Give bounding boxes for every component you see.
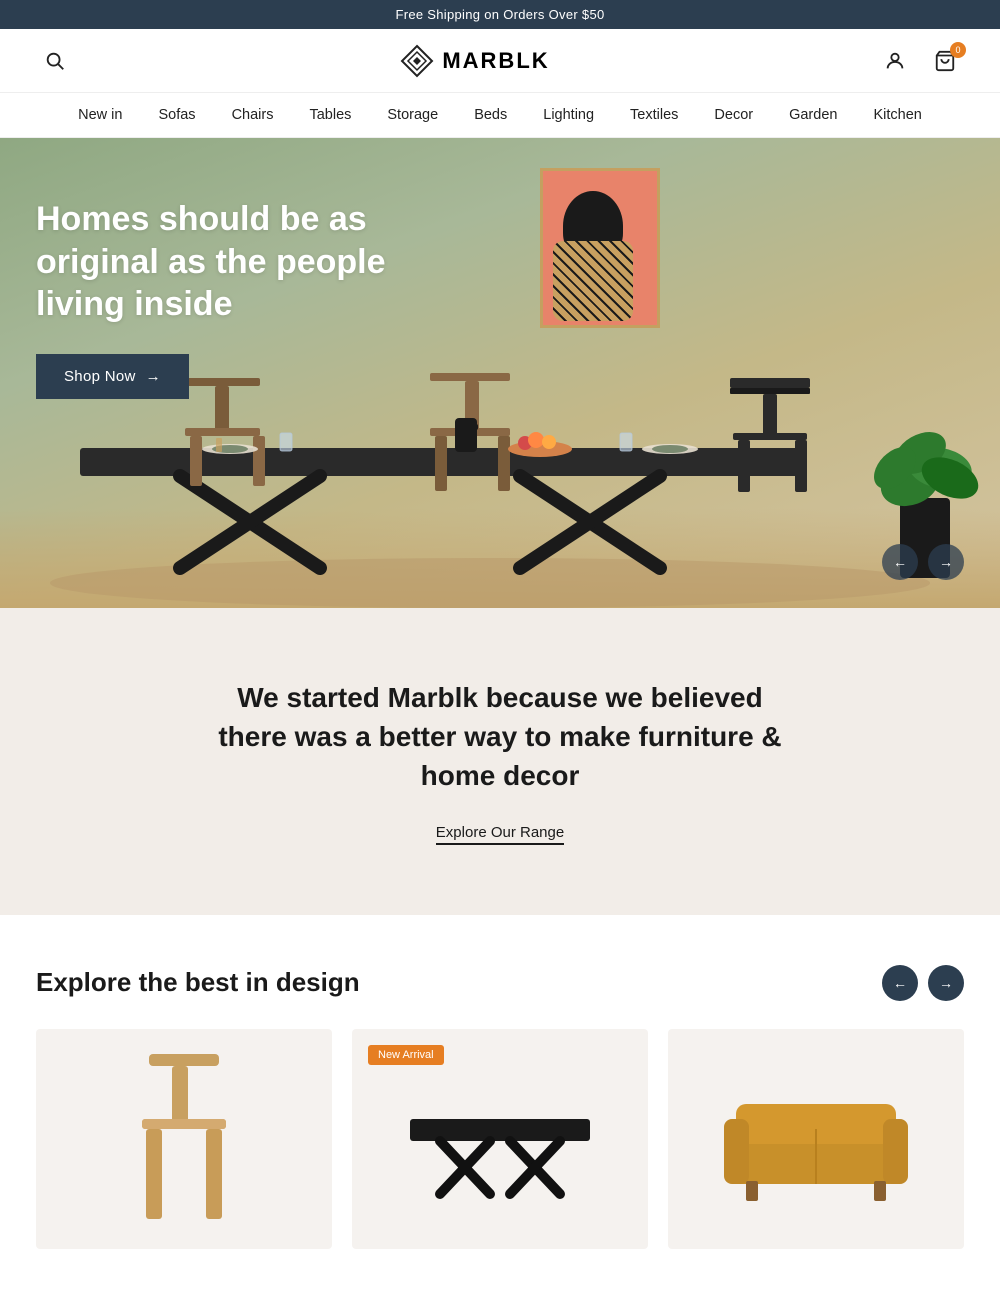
logo-text: MARBLK xyxy=(442,48,549,74)
sofa-product-image xyxy=(716,1069,916,1209)
hero-next-button[interactable]: → xyxy=(928,544,964,580)
chair-product-image xyxy=(104,1044,264,1234)
nav-item-tables[interactable]: Tables xyxy=(309,107,351,123)
product-image-container xyxy=(36,1029,332,1249)
logo-icon xyxy=(400,44,434,78)
product-card[interactable] xyxy=(36,1029,332,1249)
products-carousel-controls: ← → xyxy=(882,965,964,1001)
main-nav: New in Sofas Chairs Tables Storage Beds … xyxy=(0,93,1000,138)
new-arrival-badge: New Arrival xyxy=(368,1045,444,1065)
nav-item-sofas[interactable]: Sofas xyxy=(158,107,195,123)
product-card[interactable] xyxy=(668,1029,964,1249)
product-image-container xyxy=(668,1029,964,1249)
nav-item-chairs[interactable]: Chairs xyxy=(232,107,274,123)
products-next-icon: → xyxy=(939,975,953,991)
nav-item-kitchen[interactable]: Kitchen xyxy=(873,107,921,123)
arrow-icon: → xyxy=(146,368,161,385)
shop-now-label: Shop Now xyxy=(64,368,136,385)
top-banner: Free Shipping on Orders Over $50 xyxy=(0,0,1000,29)
products-heading: Explore the best in design xyxy=(36,967,360,998)
account-icon xyxy=(884,50,906,72)
product-card[interactable]: New Arrival xyxy=(352,1029,648,1249)
cart-count: 0 xyxy=(950,42,966,58)
nav-item-garden[interactable]: Garden xyxy=(789,107,837,123)
products-section: Explore the best in design ← → xyxy=(0,915,1000,1289)
nav-item-new-in[interactable]: New in xyxy=(78,107,122,123)
products-next-button[interactable]: → xyxy=(928,965,964,1001)
next-icon: → xyxy=(939,554,953,570)
nav-item-beds[interactable]: Beds xyxy=(474,107,507,123)
products-header: Explore the best in design ← → xyxy=(36,965,964,1001)
nav-item-storage[interactable]: Storage xyxy=(387,107,438,123)
hero-section: Homes should be as original as the peopl… xyxy=(0,138,1000,608)
prev-icon: ← xyxy=(893,554,907,570)
nav-item-decor[interactable]: Decor xyxy=(714,107,753,123)
account-button[interactable] xyxy=(880,46,910,76)
products-grid: New Arrival xyxy=(36,1029,964,1249)
hero-text: Homes should be as original as the peopl… xyxy=(36,198,416,399)
shop-now-button[interactable]: Shop Now → xyxy=(36,354,189,399)
product-image-container: New Arrival xyxy=(352,1029,648,1249)
hero-prev-button[interactable]: ← xyxy=(882,544,918,580)
header-left xyxy=(40,46,70,76)
nav-item-lighting[interactable]: Lighting xyxy=(543,107,594,123)
about-heading: We started Marblk because we believed th… xyxy=(200,678,800,796)
cart-wrapper: 0 xyxy=(930,46,960,76)
logo[interactable]: MARBLK xyxy=(400,44,549,78)
search-icon xyxy=(44,50,66,72)
products-prev-button[interactable]: ← xyxy=(882,965,918,1001)
about-section: We started Marblk because we believed th… xyxy=(0,608,1000,915)
hero-heading: Homes should be as original as the peopl… xyxy=(36,198,416,326)
table-product-image xyxy=(400,1064,600,1214)
banner-text: Free Shipping on Orders Over $50 xyxy=(395,7,604,22)
products-prev-icon: ← xyxy=(893,975,907,991)
nav-item-textiles[interactable]: Textiles xyxy=(630,107,678,123)
hero-carousel-controls: ← → xyxy=(882,544,964,580)
search-button[interactable] xyxy=(40,46,70,76)
site-header: MARBLK 0 xyxy=(0,29,1000,93)
header-right: 0 xyxy=(880,46,960,76)
explore-link[interactable]: Explore Our Range xyxy=(436,824,564,845)
